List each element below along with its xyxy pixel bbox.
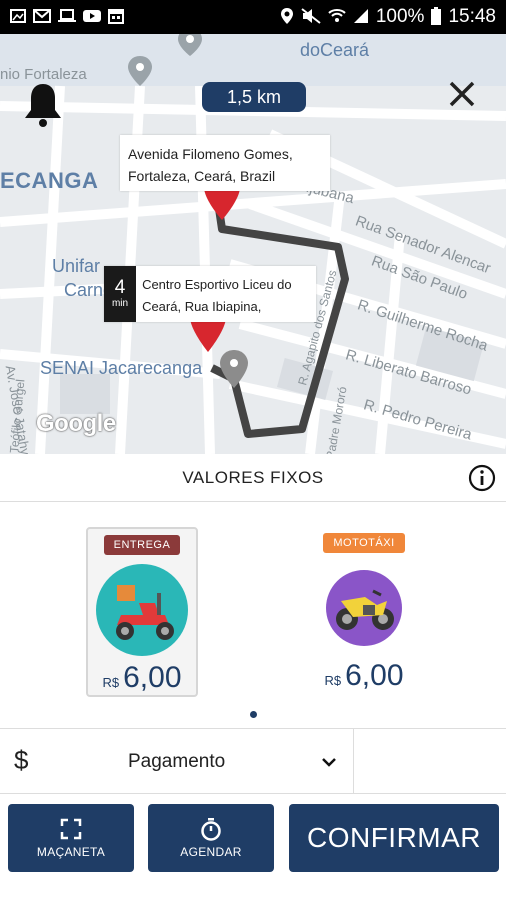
laptop-icon [58,8,76,26]
map-label: doCeará [300,40,370,60]
chevron-down-icon [320,753,338,771]
bell-icon[interactable] [22,80,64,128]
payment-row: $ Pagamento [0,728,506,794]
price-mototaxi: R$ 6,00 [324,659,403,693]
battery-percent: 100% [375,6,425,27]
clock: 15:48 [448,6,496,27]
price-amount: 6,00 [123,661,182,694]
destination-eta-card: 4 min Centro Esportivo Liceu do Ceará, R… [104,266,316,322]
youtube-icon [83,9,101,26]
map-label: ECANGA [0,168,99,193]
scooter-icon [95,563,189,657]
info-icon[interactable] [468,464,496,492]
price-amount: 6,00 [345,659,404,692]
eta-unit: min [111,298,129,309]
schedule-label: AGENDAR [180,845,242,859]
destination-address: Centro Esportivo Liceu do Ceará, Rua Ibi… [142,277,292,314]
values-header: VALORES FIXOS [0,454,506,502]
calendar-icon [108,8,124,27]
service-card-mototaxi[interactable]: MOTOTÁXI R$ 6,00 [308,527,420,697]
handle-button[interactable]: MAÇANETA [8,804,134,872]
location-icon [280,7,294,28]
schedule-button[interactable]: AGENDAR [148,804,274,872]
pager-dot[interactable] [250,711,257,718]
google-logo: Google [36,410,116,437]
handle-label: MAÇANETA [36,845,106,859]
payment-label: Pagamento [128,751,226,772]
distance-badge: 1,5 km [202,82,306,112]
dollar-icon: $ [14,745,29,775]
confirm-label: CONFIRMAR [306,822,482,853]
map-view[interactable]: nio Fortaleza doCeará ECANGA R. Tijubana… [0,34,506,454]
mute-icon [301,7,321,27]
payment-extra-field[interactable] [354,729,506,793]
expand-icon [59,817,83,841]
currency-label: R$ [102,675,120,690]
currency-label: R$ [324,673,342,688]
close-icon[interactable] [446,78,478,110]
badge-delivery: ENTREGA [103,535,181,555]
map-label: Unifar [52,256,101,276]
payment-dropdown[interactable]: $ Pagamento [0,729,354,793]
service-card-delivery[interactable]: ENTREGA R$ 6,00 [86,527,198,697]
battery-icon [431,6,442,28]
price-delivery: R$ 6,00 [102,661,181,695]
values-title: VALORES FIXOS [182,467,324,487]
eta-value: 4 [114,277,126,298]
stopwatch-icon [199,817,223,841]
badge-mototaxi: MOTOTÁXI [323,533,405,553]
eta-box: 4 min [104,266,137,322]
gmail-icon [33,8,51,26]
notification-image-icon [10,8,26,27]
signal-icon [353,8,369,27]
status-bar: 100% 15:48 [0,0,506,34]
motorcycle-icon [317,561,411,655]
map-label: SENAI Jacarecanga [40,358,203,378]
confirm-button[interactable]: CONFIRMAR [289,804,499,872]
origin-address-tooltip: Avenida Filomeno Gomes, Fortaleza, Ceará… [120,135,330,191]
app-screen: 100% 15:48 nio Fortaleza doCeará ECANGA … [0,0,506,900]
wifi-icon [328,8,346,27]
